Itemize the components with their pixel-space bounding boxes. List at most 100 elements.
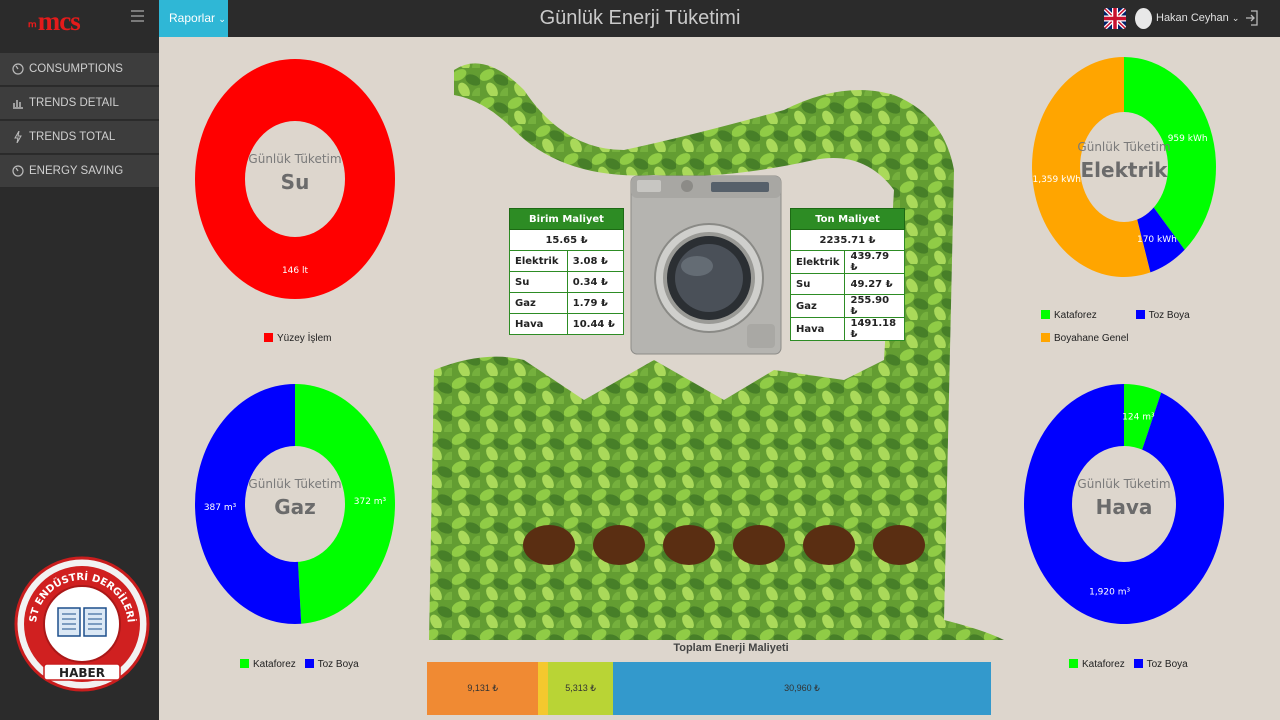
cost-bar-segment[interactable]: 5,313 ₺ (548, 662, 614, 715)
legend-swatch (1041, 333, 1050, 342)
legend-item[interactable]: Toz Boya (1133, 659, 1188, 670)
gauge-icon (12, 63, 24, 75)
row-value: 255.90 ₺ (844, 294, 905, 318)
legend-label: Toz Boya (317, 659, 359, 670)
legend-swatch (1133, 659, 1143, 668)
row-value: 3.08 ₺ (566, 250, 625, 272)
chevron-down-icon: ⌄ (1231, 13, 1240, 23)
hava-donut-chart: 124 m³ 1,920 m³ Günlük Tüketim Hava (1024, 384, 1224, 624)
legend-item[interactable]: Boyahane Genel (1041, 333, 1129, 344)
legend-label: Boyahane Genel (1054, 333, 1129, 344)
donut-data-label: 124 m³ (1122, 413, 1155, 423)
table-row: Su 0.34 ₺ (509, 271, 625, 293)
legend-label: Toz Boya (1146, 659, 1188, 670)
donut-data-label: 959 kWh (1168, 134, 1208, 144)
donut-data-label: 1,359 kWh (1032, 175, 1080, 185)
gaz-donut-chart: 372 m³ 387 m³ Günlük Tüketim Gaz (195, 384, 396, 624)
unit-cost-table: Birim Maliyet 15.65 ₺ Elektrik 3.08 ₺ Su 0… (509, 208, 625, 335)
donut-subtitle: Günlük Tüketim (1077, 477, 1170, 491)
legend-swatch (264, 333, 273, 342)
logout-icon[interactable] (1245, 10, 1259, 26)
row-label: Hava (509, 313, 568, 335)
sidebar-item-trends-detail[interactable]: TRENDS DETAIL (0, 87, 159, 120)
legend-item[interactable]: Yüzey İşlem (264, 333, 331, 344)
legend-item[interactable]: Kataforez (240, 659, 296, 670)
legend-item[interactable]: Kataforez (1069, 659, 1125, 670)
donut-title: Hava (1096, 495, 1153, 519)
row-label: Su (789, 273, 846, 295)
row-value: 1.79 ₺ (566, 292, 625, 314)
legend-label: Kataforez (1054, 310, 1097, 321)
table-row: Hava 1491.18 ₺ (789, 317, 905, 341)
donut-title: Su (281, 170, 310, 194)
legend-swatch (1069, 659, 1078, 668)
legend-label: Toz Boya (1148, 310, 1190, 321)
row-value: 0.34 ₺ (566, 271, 625, 293)
su-donut-chart: 146 lt Günlük Tüketim Su (195, 59, 395, 299)
unit-cost-total: 15.65 ₺ (509, 229, 624, 251)
donut-subtitle: Günlük Tüketim (1077, 140, 1170, 154)
unit-cost-header: Birim Maliyet (509, 208, 624, 230)
sidebar-item-label: TRENDS TOTAL (29, 131, 116, 143)
row-label: Hava (789, 317, 846, 341)
legend-label: Yüzey İşlem (277, 333, 332, 344)
legend-swatch (240, 659, 249, 668)
donut-data-label: 146 lt (282, 266, 309, 276)
haber-stamp-logo: ST ENDÜSTRİ DERGİLERİ HABER (14, 556, 150, 692)
row-label: Su (509, 271, 568, 293)
ton-cost-table: Ton Maliyet 2235.71 ₺ Elektrik 439.79 ₺ S… (789, 208, 905, 341)
donut-title: Gaz (274, 495, 316, 519)
chevron-down-icon: ⌄ (218, 14, 226, 24)
user-name: Hakan Ceyhan (1156, 12, 1229, 24)
sidebar-item-label: ENERGY SAVING (29, 165, 124, 177)
total-energy-cost-bar: 9,131 ₺ 5,313 ₺ 30,960 ₺ (427, 662, 991, 715)
legend-item[interactable]: Kataforez (1041, 310, 1097, 321)
legend-swatch (304, 659, 314, 668)
ton-cost-total: 2235.71 ₺ (790, 229, 905, 251)
cost-bar-segment[interactable] (538, 662, 549, 715)
table-row: Su 49.27 ₺ (789, 273, 905, 295)
total-energy-cost-title: Toplam Enerji Maliyeti (673, 642, 789, 654)
gaz-legend: Kataforez Toz Boya (240, 659, 381, 670)
donut-data-label: 387 m³ (204, 503, 237, 513)
app-logo[interactable]: ₘmcs (28, 6, 81, 37)
sidebar-item-energy-saving[interactable]: ENERGY SAVING (0, 155, 159, 188)
donut-data-label: 1,920 m³ (1089, 587, 1130, 597)
svg-text:HABER: HABER (59, 666, 105, 680)
donut-title: Elektrik (1081, 158, 1169, 182)
table-row: Elektrik 3.08 ₺ (509, 250, 625, 272)
table-row: Gaz 255.90 ₺ (789, 294, 905, 318)
sidebar-item-consumptions[interactable]: CONSUMPTIONS (0, 53, 159, 86)
elektrik-legend: Kataforez Toz Boya Boyahane Genel (1041, 310, 1241, 344)
row-value: 49.27 ₺ (844, 273, 905, 295)
ton-cost-header: Ton Maliyet (790, 208, 905, 230)
flame-icon: ₘ (28, 16, 37, 32)
reports-menu-label: Raporlar (169, 11, 216, 25)
table-row: Elektrik 439.79 ₺ (789, 250, 905, 274)
menu-toggle-icon[interactable] (131, 10, 144, 22)
donut-subtitle: Günlük Tüketim (248, 152, 341, 166)
uk-flag-icon[interactable] (1104, 8, 1126, 29)
user-menu[interactable]: Hakan Ceyhan ⌄ (1156, 12, 1239, 24)
su-legend: Yüzey İşlem (264, 333, 353, 344)
legend-item[interactable]: Toz Boya (1135, 310, 1190, 321)
reports-menu-button[interactable]: Raporlar ⌄ (159, 0, 228, 37)
row-value: 10.44 ₺ (566, 313, 625, 335)
table-row: Hava 10.44 ₺ (509, 313, 625, 335)
table-row: Gaz 1.79 ₺ (509, 292, 625, 314)
legend-label: Kataforez (253, 659, 296, 670)
legend-item[interactable]: Toz Boya (304, 659, 359, 670)
cost-bar-segment[interactable]: 30,960 ₺ (613, 662, 991, 715)
gauge-icon (12, 165, 24, 177)
row-value: 1491.18 ₺ (844, 317, 905, 341)
donut-data-label: 372 m³ (354, 497, 387, 507)
legend-label: Kataforez (1082, 659, 1125, 670)
logo-text: mcs (37, 6, 81, 36)
bolt-icon (14, 130, 22, 144)
washing-machine-image (630, 175, 782, 355)
row-value: 439.79 ₺ (844, 250, 905, 274)
sidebar-item-trends-total[interactable]: TRENDS TOTAL (0, 121, 159, 154)
cost-bar-segment[interactable]: 9,131 ₺ (427, 662, 539, 715)
hava-legend: Kataforez Toz Boya (1069, 659, 1210, 670)
avatar[interactable] (1135, 8, 1152, 29)
